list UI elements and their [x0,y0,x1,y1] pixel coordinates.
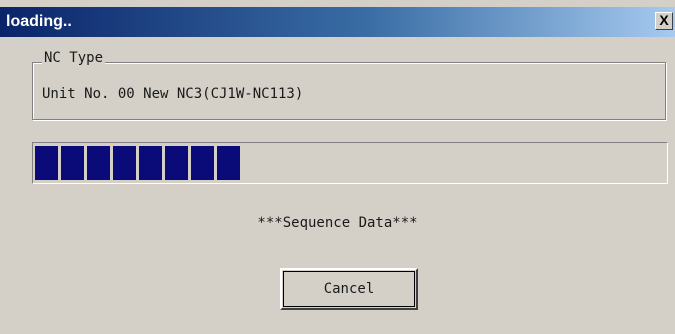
progress-segment [217,146,240,180]
progress-bar [32,142,668,184]
title-bar[interactable]: loading.. X [0,7,675,37]
progress-segment [87,146,110,180]
close-icon: X [659,12,669,28]
progress-segment [113,146,136,180]
loading-dialog: loading.. X NC Type Unit No. 00 New NC3(… [0,0,675,334]
cancel-button[interactable]: Cancel [280,268,418,310]
progress-segment [165,146,188,180]
status-text: ***Sequence Data*** [257,215,418,231]
progress-segment [139,146,162,180]
window-title: loading.. [6,13,72,30]
progress-segment [35,146,58,180]
nc-type-legend: NC Type [42,50,106,66]
close-button[interactable]: X [655,12,673,30]
unit-info-text: Unit No. 00 New NC3(CJ1W-NC113) [42,86,304,102]
progress-segment [191,146,214,180]
progress-segment [61,146,84,180]
